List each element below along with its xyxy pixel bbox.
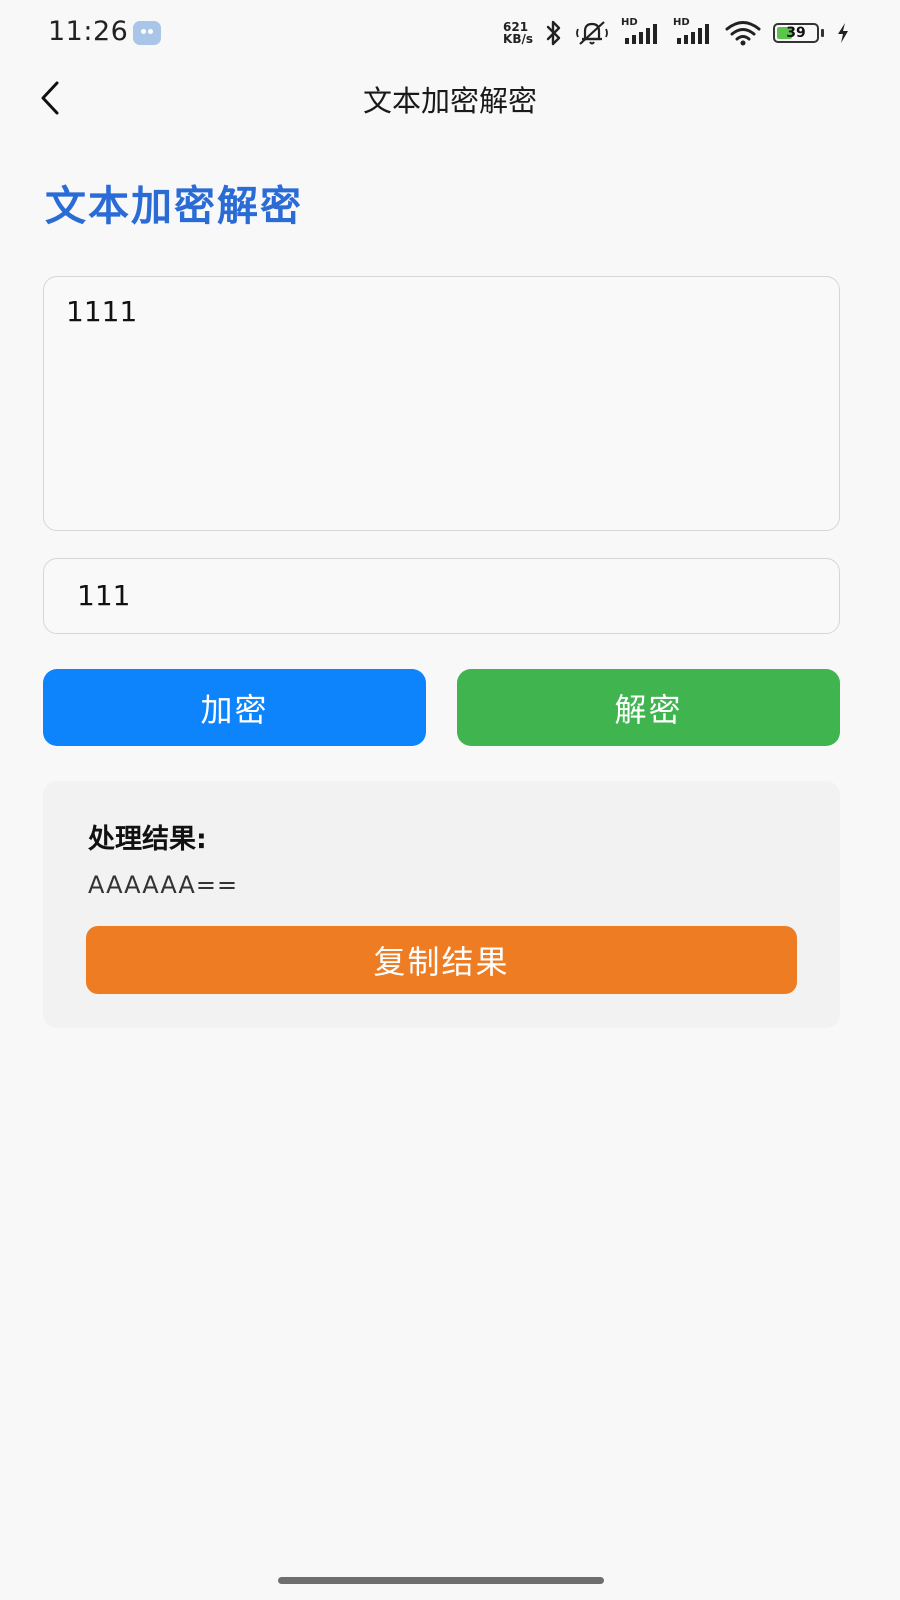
key-input[interactable]: 111 (43, 558, 840, 634)
cell-signal-icon (625, 24, 657, 44)
result-value: AAAAAA== (88, 871, 239, 899)
battery-level: 39 (786, 25, 806, 41)
mute-bell-icon (576, 21, 608, 45)
network-speed: 621 KB/s (503, 21, 533, 45)
network-speed-unit: KB/s (503, 32, 533, 46)
charging-icon (838, 23, 848, 43)
cell-signal-icon (677, 24, 709, 44)
result-panel: 处理结果: AAAAAA== 复制结果 (43, 781, 840, 1028)
status-time: 11:26 (48, 16, 129, 47)
nav-title: 文本加密解密 (362, 84, 537, 118)
result-label: 处理结果: (88, 824, 207, 855)
status-icons: 621 KB/s HD HD 39 (503, 16, 850, 50)
status-bar: 11:26 621 KB/s HD HD 39 (0, 0, 900, 66)
copy-result-button[interactable]: 复制结果 (86, 926, 797, 994)
bluetooth-icon (546, 20, 561, 46)
battery-tip (821, 29, 824, 37)
text-input[interactable]: 1111 (43, 276, 840, 531)
signal-2: HD (673, 17, 713, 47)
signal-1: HD (621, 17, 661, 47)
nav-bar: 文本加密解密 (0, 66, 900, 130)
battery-icon: 39 (773, 23, 819, 43)
home-indicator[interactable] (278, 1577, 604, 1584)
decrypt-button[interactable]: 解密 (457, 669, 840, 746)
wifi-icon (725, 21, 761, 46)
page-title: 文本加密解密 (45, 182, 303, 230)
app-notification-icon (133, 21, 161, 45)
encrypt-button[interactable]: 加密 (43, 669, 426, 746)
